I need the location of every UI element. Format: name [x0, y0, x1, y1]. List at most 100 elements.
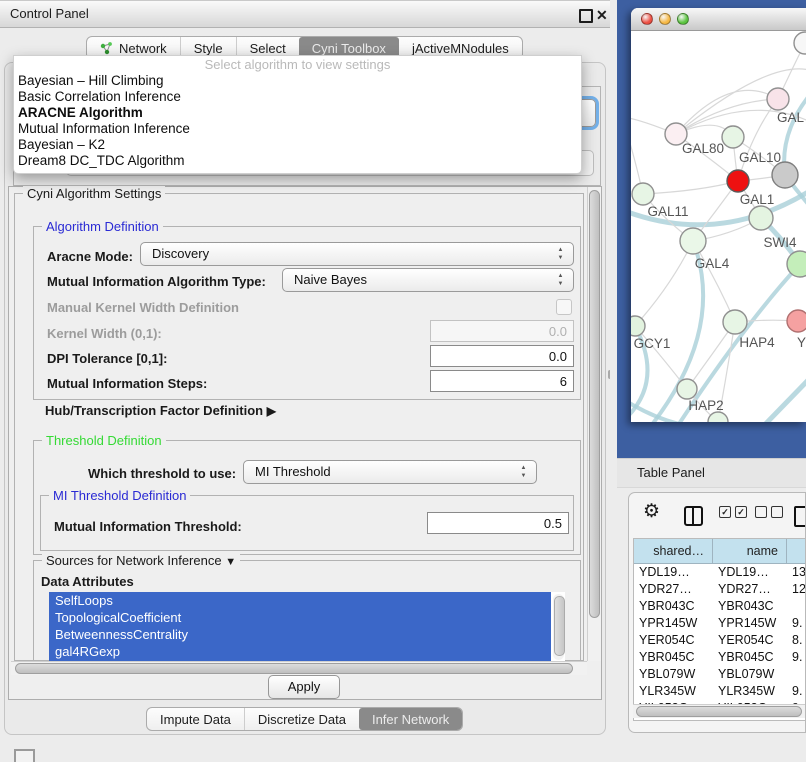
- tab-label: Infer Network: [372, 712, 449, 727]
- node-label-y: Y: [797, 335, 806, 350]
- network-canvas[interactable]: GALGAL80GAL10GAL1GAL11SWI4GAL4GCY1HAP4YH…: [631, 31, 806, 422]
- table-cell: YLR345W: [713, 683, 787, 700]
- dpi-tolerance-field[interactable]: [430, 345, 574, 367]
- which-threshold-label: Which threshold to use:: [88, 466, 236, 481]
- manual-kernel-checkbox[interactable]: [556, 299, 572, 315]
- column-header-name[interactable]: name: [713, 539, 787, 563]
- network-edge[interactable]: [635, 241, 693, 326]
- zoom-traffic-light[interactable]: [677, 13, 689, 25]
- network-edge[interactable]: [749, 373, 806, 422]
- columns-icon[interactable]: [684, 506, 703, 526]
- network-node[interactable]: [787, 310, 806, 332]
- algorithm-option-dream8-dc-tdc-algorithm[interactable]: Dream8 DC_TDC Algorithm: [14, 153, 581, 169]
- attributes-scrollbar[interactable]: [553, 594, 564, 660]
- apply-button[interactable]: Apply: [268, 675, 340, 699]
- cyni-algorithm-settings-group: Cyni Algorithm Settings Algorithm Defini…: [14, 193, 584, 661]
- algorithm-option-bayesian-hill-climbing[interactable]: Bayesian – Hill Climbing: [14, 73, 581, 89]
- network-node[interactable]: [722, 126, 744, 148]
- checked-pair-icon[interactable]: ✓ ✓: [719, 506, 747, 518]
- close-panel-icon[interactable]: ✕: [596, 5, 608, 25]
- network-node[interactable]: [632, 183, 654, 205]
- table-horizontal-scrollbar[interactable]: [633, 704, 806, 718]
- table-cell: YDL19…: [713, 564, 787, 581]
- minimize-traffic-light[interactable]: [659, 13, 671, 25]
- table-horizontal-scrollbar-thumb[interactable]: [636, 706, 802, 717]
- close-traffic-light[interactable]: [641, 13, 653, 25]
- network-node[interactable]: [677, 379, 697, 399]
- table-cell: 8.: [787, 632, 806, 649]
- table-row[interactable]: YLR345WYLR345W9.: [634, 683, 806, 700]
- settings-vertical-scrollbar[interactable]: [587, 187, 601, 661]
- table-cell: 13: [787, 564, 806, 581]
- table-panel: ⚙ ✓ ✓ shared…name YDL19…YDL19…13YDR27…YD…: [628, 492, 806, 733]
- network-edge[interactable]: [643, 181, 738, 194]
- attribute-item-gal4rgexp[interactable]: gal4RGexp: [49, 643, 551, 660]
- network-node[interactable]: [708, 412, 728, 422]
- hub-definition-toggle[interactable]: Hub/Transcription Factor Definition ▶: [45, 403, 276, 418]
- column-header-2[interactable]: [787, 539, 806, 563]
- unchecked-pair-icon[interactable]: [755, 506, 783, 518]
- table-cell: YPR145W: [634, 615, 713, 632]
- settings-horizontal-scrollbar-thumb[interactable]: [15, 663, 573, 674]
- network-node[interactable]: [787, 251, 806, 277]
- attributes-scrollbar-thumb[interactable]: [554, 596, 565, 656]
- aracne-mode-combo[interactable]: Discovery ▲▼: [140, 242, 574, 266]
- algorithm-option-mutual-information-inference[interactable]: Mutual Information Inference: [14, 121, 581, 137]
- tab-impute-data[interactable]: Impute Data: [147, 708, 244, 730]
- attribute-item-selfloops[interactable]: SelfLoops: [49, 592, 551, 609]
- table-cell: YBR045C: [634, 649, 713, 666]
- mi-steps-field[interactable]: [430, 370, 574, 392]
- gear-icon[interactable]: ⚙: [643, 499, 660, 525]
- expanded-arrow-icon: ▼: [225, 556, 236, 568]
- settings-horizontal-scrollbar[interactable]: [11, 661, 587, 675]
- tab-discretize-data[interactable]: Discretize Data: [244, 708, 359, 730]
- mi-threshold-field[interactable]: [427, 512, 569, 534]
- table-cell: YLR345W: [634, 683, 713, 700]
- network-node[interactable]: [794, 32, 806, 54]
- mi-type-label: Mutual Information Algorithm Type:: [47, 274, 266, 289]
- table-cell: YBL079W: [634, 666, 713, 683]
- network-node[interactable]: [723, 310, 747, 334]
- table-row[interactable]: YER054CYER054C8.: [634, 632, 806, 649]
- algorithm-placeholder: Select algorithm to view settings: [14, 56, 581, 73]
- attribute-item-topologicalcoefficient[interactable]: TopologicalCoefficient: [49, 609, 551, 626]
- network-view-window: GALGAL80GAL10GAL1GAL11SWI4GAL4GCY1HAP4YH…: [631, 8, 806, 422]
- spinner-arrows-icon: ▲▼: [556, 272, 565, 288]
- tab-label: Impute Data: [160, 712, 231, 727]
- tab-infer-network[interactable]: Infer Network: [359, 708, 462, 730]
- table-row[interactable]: YBR045CYBR045C9.: [634, 649, 806, 666]
- aracne-mode-label: Aracne Mode:: [47, 249, 133, 264]
- algorithm-option-aracne-algorithm[interactable]: ARACNE Algorithm: [14, 105, 581, 121]
- algorithm-definition-title: Algorithm Definition: [42, 219, 163, 234]
- checkbox-unchecked-icon: [771, 506, 783, 518]
- network-node[interactable]: [767, 88, 789, 110]
- tab-label: Style: [194, 41, 223, 56]
- attribute-item-betweennesscentrality[interactable]: BetweennessCentrality: [49, 626, 551, 643]
- table-cell: YBR045C: [713, 649, 787, 666]
- network-window-titlebar[interactable]: [631, 8, 806, 31]
- table-row[interactable]: YDL19…YDL19…13: [634, 564, 806, 581]
- network-node[interactable]: [727, 170, 749, 192]
- data-attributes-list[interactable]: SelfLoopsTopologicalCoefficientBetweenne…: [49, 592, 565, 666]
- kernel-width-field[interactable]: [430, 320, 574, 342]
- control-panel-title: Control Panel: [10, 1, 89, 27]
- network-node[interactable]: [772, 162, 798, 188]
- sources-group-title[interactable]: Sources for Network Inference ▼: [42, 553, 240, 570]
- settings-vertical-scrollbar-thumb[interactable]: [589, 190, 600, 618]
- mi-type-combo[interactable]: Naive Bayes ▲▼: [282, 268, 574, 292]
- document-icon[interactable]: [794, 506, 806, 527]
- mini-float-icon[interactable]: [14, 749, 35, 762]
- network-node[interactable]: [631, 316, 645, 336]
- float-panel-icon[interactable]: [579, 9, 593, 23]
- network-node[interactable]: [680, 228, 706, 254]
- table-row[interactable]: YBL079WYBL079W: [634, 666, 806, 683]
- table-row[interactable]: YDR27…YDR27…12: [634, 581, 806, 598]
- algorithm-option-basic-correlation-inference[interactable]: Basic Correlation Inference: [14, 89, 581, 105]
- column-header-shared[interactable]: shared…: [634, 539, 713, 563]
- panel-divider-grip[interactable]: [608, 370, 614, 379]
- table-row[interactable]: YBR043CYBR043C: [634, 598, 806, 615]
- network-node[interactable]: [749, 206, 773, 230]
- table-row[interactable]: YPR145WYPR145W9.: [634, 615, 806, 632]
- which-threshold-combo[interactable]: MI Threshold ▲▼: [243, 460, 537, 484]
- algorithm-option-bayesian-k2[interactable]: Bayesian – K2: [14, 137, 581, 153]
